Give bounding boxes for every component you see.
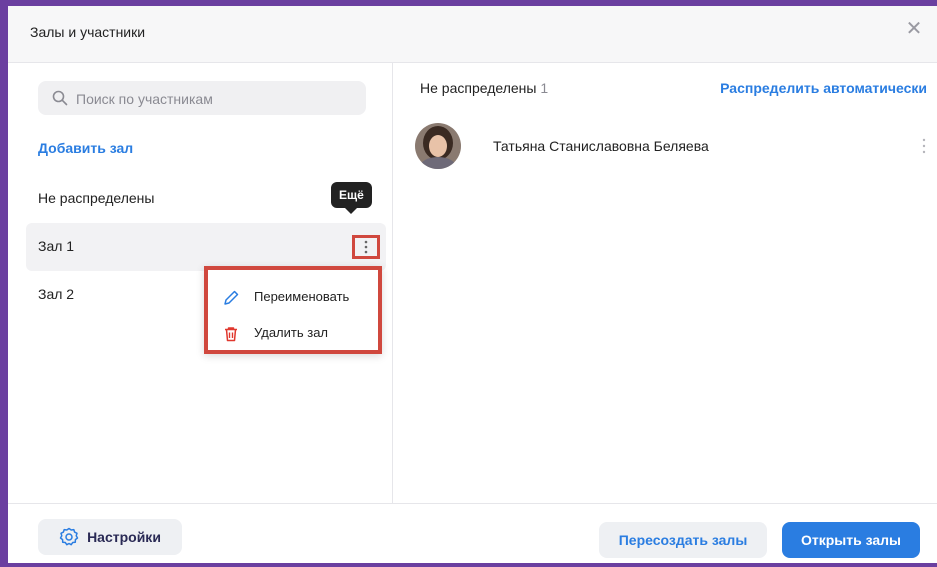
dialog-header: Залы и участники ✕ — [8, 6, 937, 63]
participants-count: 1 — [540, 80, 549, 96]
open-halls-button[interactable]: Открыть залы — [782, 522, 920, 558]
more-tooltip: Ещё — [331, 182, 372, 214]
breakout-rooms-dialog: Залы и участники ✕ Добавить зал Не распр… — [8, 6, 937, 563]
participants-heading: Не распределены 1 — [420, 80, 548, 96]
recreate-halls-button[interactable]: Пересоздать залы — [599, 522, 767, 558]
delete-hall-menu-item[interactable]: Удалить зал — [218, 320, 378, 346]
delete-hall-label: Удалить зал — [254, 325, 329, 340]
participant-row[interactable]: Татьяна Станиславовна Беляева — [415, 123, 929, 169]
auto-assign-link[interactable]: Распределить автоматически — [720, 80, 927, 96]
dialog-title: Залы и участники — [30, 24, 146, 40]
hall-item-1[interactable]: Зал 1 — [26, 223, 386, 271]
rename-menu-item[interactable]: Переименовать — [218, 284, 378, 310]
add-hall-link[interactable]: Добавить зал — [38, 140, 133, 156]
more-options-button[interactable] — [352, 235, 380, 259]
hall-item-label: Зал 2 — [38, 286, 75, 302]
pencil-icon — [224, 290, 239, 305]
more-vertical-icon — [364, 240, 368, 254]
hall-item-label: Зал 1 — [38, 238, 75, 254]
participants-panel: Не распределены 1 Распределить автоматич… — [393, 63, 937, 503]
dialog-footer: Настройки Пересоздать залы Открыть залы — [8, 503, 937, 563]
participant-name: Татьяна Станиславовна Беляева — [493, 138, 709, 154]
settings-label: Настройки — [87, 529, 161, 545]
rename-label: Переименовать — [254, 289, 350, 304]
close-icon[interactable]: ✕ — [905, 19, 923, 39]
search-input[interactable] — [74, 81, 358, 117]
settings-button[interactable]: Настройки — [38, 519, 182, 555]
hall-context-menu: Переименовать Удалить зал — [204, 266, 382, 354]
avatar — [415, 123, 461, 169]
search-box[interactable] — [38, 81, 366, 117]
trash-icon — [225, 327, 237, 342]
hall-item-label: Не распределены — [38, 190, 155, 206]
search-icon — [52, 90, 68, 106]
participants-heading-label: Не распределены — [420, 80, 537, 96]
more-vertical-icon[interactable] — [919, 137, 929, 155]
gear-icon — [59, 527, 79, 546]
